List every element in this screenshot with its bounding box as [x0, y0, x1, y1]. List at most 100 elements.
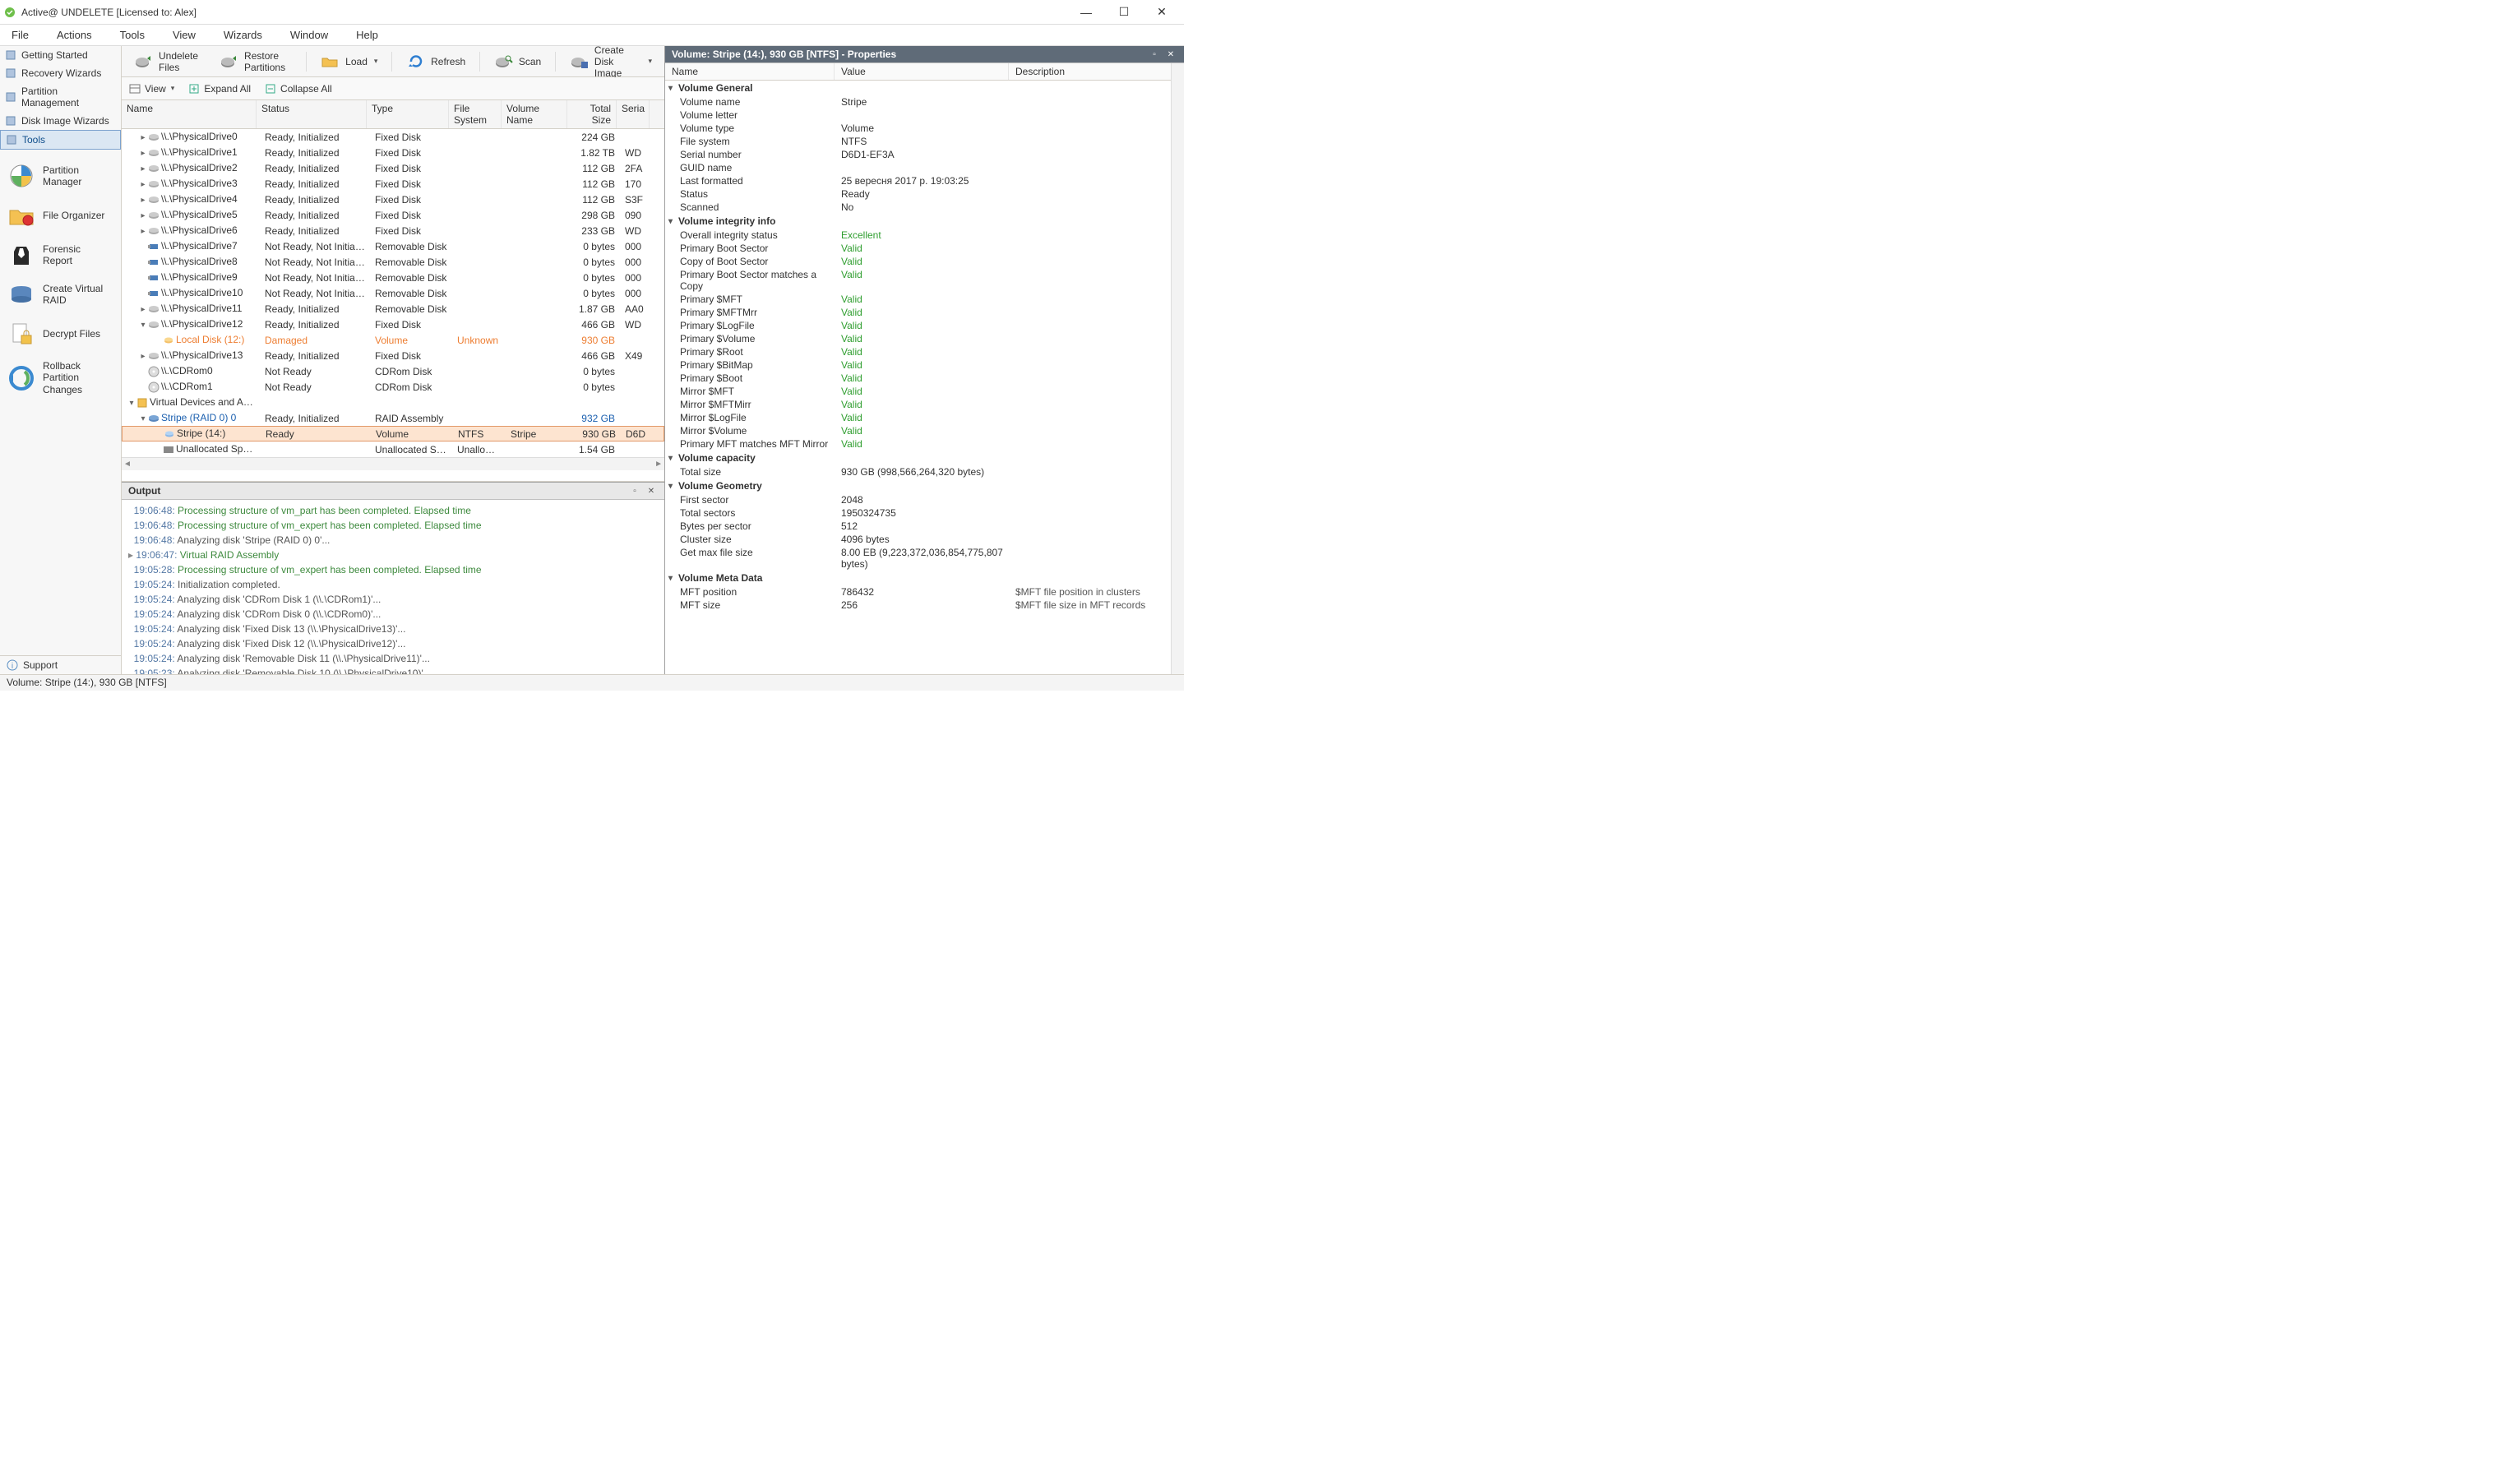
column-status[interactable]: Status	[257, 100, 367, 128]
maximize-button[interactable]: ☐	[1105, 1, 1143, 24]
tree-row[interactable]: ▸\\.\PhysicalDrive0Ready, InitializedFix…	[122, 129, 664, 145]
tree-row[interactable]: \\.\PhysicalDrive7Not Ready, Not Initial…	[122, 238, 664, 254]
prop-column-description[interactable]: Description	[1009, 63, 1171, 80]
tree-row[interactable]: \\.\PhysicalDrive9Not Ready, Not Initial…	[122, 270, 664, 285]
prop-group[interactable]: ▾Volume General	[665, 81, 1171, 95]
prop-column-name[interactable]: Name	[665, 63, 835, 80]
tool-lock-doc[interactable]: Decrypt Files	[0, 314, 121, 354]
prop-row: Primary $LogFileValid	[665, 319, 1171, 332]
nav-partition-management[interactable]: Partition Management	[0, 82, 121, 112]
properties-dock-button[interactable]: ▫	[1148, 49, 1161, 60]
column-name[interactable]: Name	[122, 100, 257, 128]
tree-row[interactable]: \\.\PhysicalDrive8Not Ready, Not Initial…	[122, 254, 664, 270]
menu-help[interactable]: Help	[351, 27, 383, 43]
nav-tools[interactable]: Tools	[0, 130, 121, 150]
expander-icon[interactable]: ▾	[127, 399, 136, 408]
restore-label: Restore Partitions	[244, 50, 292, 73]
tool-suit[interactable]: ForensicReport	[0, 235, 121, 275]
property-body[interactable]: ▾Volume GeneralVolume nameStripeVolume l…	[665, 81, 1171, 674]
expander-icon: ▾	[668, 454, 678, 463]
output-dock-button[interactable]: ▫	[628, 485, 641, 497]
tree-row[interactable]: \\.\CDRom0Not ReadyCDRom Disk0 bytes	[122, 363, 664, 379]
tool-rollback[interactable]: RollbackPartitionChanges	[0, 354, 121, 402]
menu-window[interactable]: Window	[285, 27, 333, 43]
menu-actions[interactable]: Actions	[52, 27, 97, 43]
tree-row[interactable]: ▾Virtual Devices and Arrays	[122, 395, 664, 410]
collapse-all-button[interactable]: Collapse All	[264, 82, 332, 95]
column-type[interactable]: Type	[367, 100, 449, 128]
log-line: 19:05:24: Analyzing disk 'CDRom Disk 1 (…	[128, 592, 658, 607]
expander-icon[interactable]: ▸	[138, 211, 148, 220]
drive-tree[interactable]: NameStatusTypeFile SystemVolume NameTota…	[122, 100, 664, 482]
tree-row[interactable]: ▾\\.\PhysicalDrive12Ready, InitializedFi…	[122, 317, 664, 332]
column-file-system[interactable]: File System	[449, 100, 502, 128]
column-volume-name[interactable]: Volume Name	[502, 100, 567, 128]
nav-disk-image-wizards[interactable]: Disk Image Wizards	[0, 112, 121, 130]
cd-icon	[148, 381, 160, 393]
output-close-button[interactable]: ✕	[645, 485, 658, 497]
sidebar: Getting StartedRecovery WizardsPartition…	[0, 46, 122, 674]
menu-view[interactable]: View	[168, 27, 201, 43]
prop-group[interactable]: ▾Volume integrity info	[665, 214, 1171, 229]
tree-row[interactable]: ▸\\.\PhysicalDrive11Ready, InitializedRe…	[122, 301, 664, 317]
log-line: 19:05:28: Processing structure of vm_exp…	[128, 562, 658, 577]
refresh-button[interactable]: Refresh	[397, 49, 474, 74]
expander-icon[interactable]: ▸	[138, 133, 148, 142]
tree-row[interactable]: ▸\\.\PhysicalDrive6Ready, InitializedFix…	[122, 223, 664, 238]
expander-icon[interactable]: ▾	[138, 321, 148, 330]
horizontal-scrollbar[interactable]: ◄►	[122, 457, 664, 470]
tree-row[interactable]: ▸\\.\PhysicalDrive1Ready, InitializedFix…	[122, 145, 664, 160]
load-button[interactable]: Load ▾	[312, 49, 386, 74]
tree-row[interactable]: ▸\\.\PhysicalDrive3Ready, InitializedFix…	[122, 176, 664, 192]
expand-label: Expand All	[204, 83, 251, 95]
restore-partitions-button[interactable]: Restore Partitions	[210, 46, 301, 77]
hdd-icon	[148, 132, 160, 143]
tree-row[interactable]: ▸\\.\PhysicalDrive2Ready, InitializedFix…	[122, 160, 664, 176]
expander-icon[interactable]: ▸	[138, 180, 148, 189]
undelete-files-button[interactable]: Undelete Files	[125, 46, 207, 77]
menu-file[interactable]: File	[7, 27, 34, 43]
expander-icon[interactable]: ▸	[138, 149, 148, 158]
minimize-button[interactable]: —	[1067, 1, 1105, 24]
prop-group[interactable]: ▾Volume Geometry	[665, 478, 1171, 493]
expander-icon[interactable]: ▾	[138, 414, 148, 423]
prop-group[interactable]: ▾Volume Meta Data	[665, 571, 1171, 585]
tree-row[interactable]: ▾Stripe (RAID 0) 0Ready, InitializedRAID…	[122, 410, 664, 426]
expander-icon[interactable]: ▸	[138, 227, 148, 236]
nav-recovery-wizards[interactable]: Recovery Wizards	[0, 64, 121, 82]
tree-row[interactable]: ▸\\.\PhysicalDrive13Ready, InitializedFi…	[122, 348, 664, 363]
menu-wizards[interactable]: Wizards	[219, 27, 267, 43]
tool-raid[interactable]: Create VirtualRAID	[0, 275, 121, 314]
column-total-size[interactable]: Total Size	[567, 100, 617, 128]
menu-tools[interactable]: Tools	[115, 27, 150, 43]
view-button[interactable]: View ▾	[128, 82, 174, 95]
expander-icon[interactable]: ▸	[138, 352, 148, 361]
prop-group[interactable]: ▾Volume capacity	[665, 451, 1171, 465]
tree-row[interactable]: Unallocated SpaceUnallocated SpaceUnallo…	[122, 441, 664, 457]
nav-getting-started[interactable]: Getting Started	[0, 46, 121, 64]
expander-icon[interactable]: ▸	[138, 164, 148, 173]
expander-icon[interactable]: ▸	[138, 305, 148, 314]
expander-icon[interactable]: ▸	[138, 196, 148, 205]
disk-image-icon	[570, 53, 590, 70]
create-disk-image-button[interactable]: Create Disk Image ▾	[561, 40, 661, 83]
close-button[interactable]: ✕	[1143, 1, 1181, 24]
tree-row[interactable]: Local Disk (12:)DamagedVolumeUnknown930 …	[122, 332, 664, 348]
tree-row[interactable]: ▸\\.\PhysicalDrive4Ready, InitializedFix…	[122, 192, 664, 207]
tree-row[interactable]: Stripe (14:)ReadyVolumeNTFSStripe930 GBD…	[122, 426, 664, 441]
scan-button[interactable]: Scan	[485, 49, 550, 74]
properties-close-button[interactable]: ✕	[1164, 49, 1177, 60]
prop-column-value[interactable]: Value	[835, 63, 1009, 80]
output-body[interactable]: 19:06:48: Processing structure of vm_par…	[122, 500, 664, 674]
tree-row[interactable]: \\.\PhysicalDrive10Not Ready, Not Initia…	[122, 285, 664, 301]
view-label: View	[145, 83, 166, 95]
tool-folder[interactable]: File Organizer	[0, 196, 121, 235]
expand-all-button[interactable]: Expand All	[187, 82, 251, 95]
tree-row[interactable]: ▸\\.\PhysicalDrive5Ready, InitializedFix…	[122, 207, 664, 223]
tree-row[interactable]: \\.\CDRom1Not ReadyCDRom Disk0 bytes	[122, 379, 664, 395]
hdd-icon	[148, 210, 160, 221]
column-seria[interactable]: Seria	[617, 100, 650, 128]
tool-part-mgr[interactable]: PartitionManager	[0, 156, 121, 196]
support-button[interactable]: i Support	[0, 655, 121, 674]
vertical-scrollbar[interactable]	[1171, 63, 1184, 674]
